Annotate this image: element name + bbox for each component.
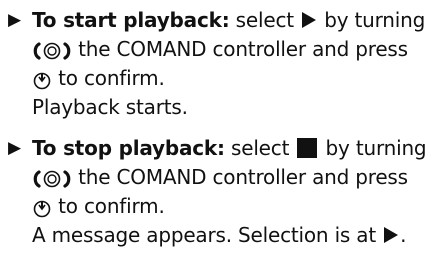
instruction-line: to confirm. xyxy=(6,64,441,93)
step-result: A message appears. Selection is at . xyxy=(32,223,407,247)
instruction-line: to confirm. xyxy=(6,192,441,221)
step-result: Playback starts. xyxy=(32,95,188,119)
press-confirm-icon xyxy=(33,200,51,217)
instruction-list: ▶ To start playback: select by turning t… xyxy=(6,6,441,250)
press-confirm-icon xyxy=(33,72,51,89)
instruction-line: the COMAND controller and press xyxy=(6,163,441,192)
play-symbol-icon xyxy=(384,227,399,243)
instruction-step-stop: ▶ To stop playback: select by turning xyxy=(6,134,441,163)
instruction-step-start: ▶ To start playback: select by turning xyxy=(6,6,441,35)
rotary-turn-icon xyxy=(33,41,71,60)
step-heading: To start playback: xyxy=(32,8,230,32)
stop-symbol-icon xyxy=(297,138,318,158)
play-symbol-icon xyxy=(302,12,317,28)
bullet-arrow-icon: ▶ xyxy=(8,10,21,30)
instruction-line: the COMAND controller and press xyxy=(6,35,441,64)
rotary-turn-icon xyxy=(33,169,71,188)
step-heading: To stop playback: xyxy=(32,136,225,160)
bullet-arrow-icon: ▶ xyxy=(8,138,21,158)
